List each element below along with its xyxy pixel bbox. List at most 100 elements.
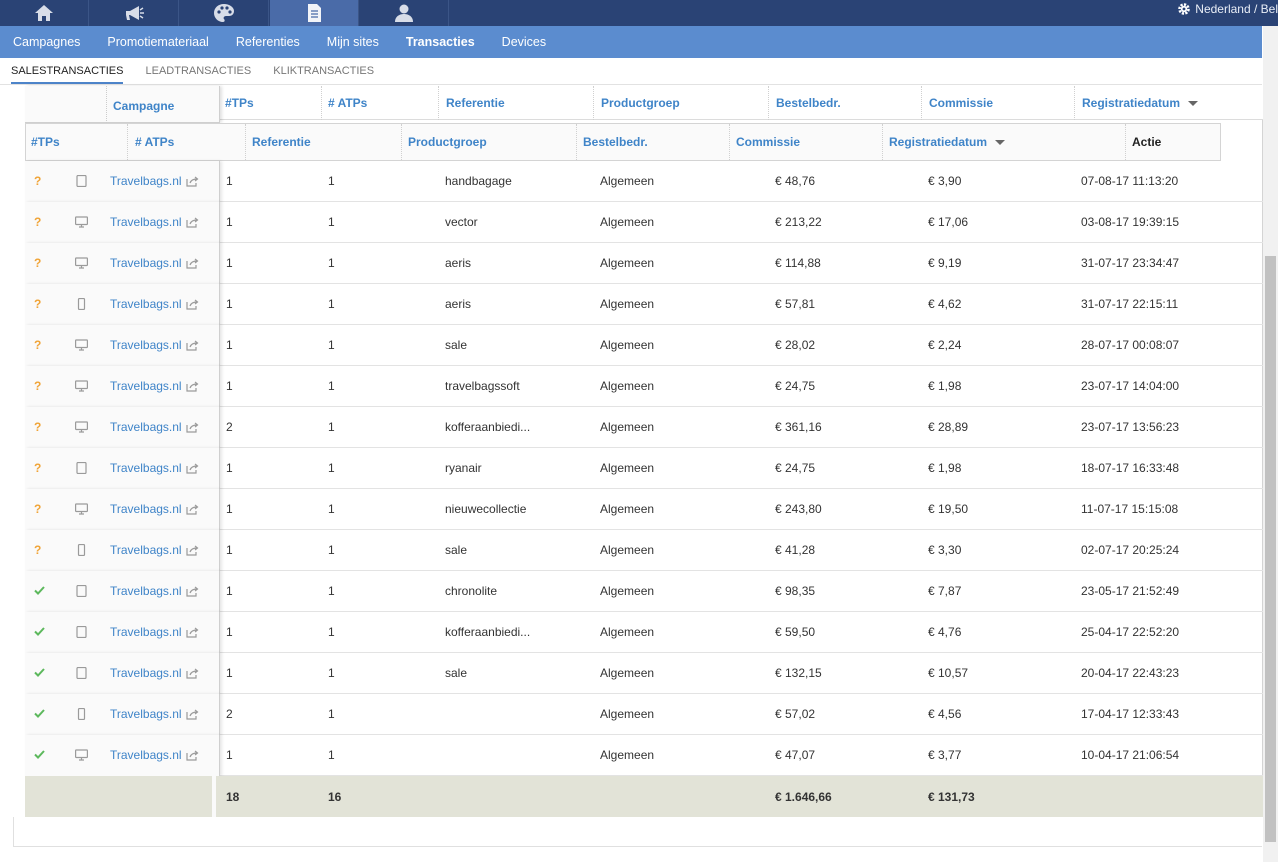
campaign-link[interactable]: Travelbags.nl [110, 653, 182, 693]
row-status: ? [34, 243, 41, 283]
desktop-device-icon [75, 489, 88, 529]
header-tps[interactable]: #TPs [221, 86, 322, 120]
external-link-icon[interactable] [186, 694, 199, 734]
campaign-link[interactable]: Travelbags.nl [110, 694, 182, 734]
header2-productgroep[interactable]: Productgroep [402, 124, 577, 160]
external-link-icon[interactable] [186, 612, 199, 652]
header-campagne[interactable]: Campagne [113, 88, 174, 124]
row-status: ? [34, 407, 41, 447]
row-atps: 1 [328, 215, 335, 229]
creative-tab[interactable] [180, 0, 269, 26]
row-registratiedatum: 18-07-17 16:33:48 [1081, 461, 1180, 475]
campaign-link[interactable]: Travelbags.nl [110, 407, 182, 447]
totals-fixed-cell [25, 776, 216, 817]
header-fixed-columns: Campagne [25, 86, 220, 123]
desktop-device-icon [75, 366, 88, 406]
row-fixed-cell: ? Travelbags.nl [25, 202, 220, 243]
transactions-tab[interactable] [270, 0, 359, 26]
row-registratiedatum: 23-05-17 21:52:49 [1081, 584, 1180, 598]
campaign-link[interactable]: Travelbags.nl [110, 735, 182, 775]
row-fixed-cell: ? Travelbags.nl [25, 530, 220, 571]
external-link-icon[interactable] [186, 284, 199, 324]
header2-commissie[interactable]: Commissie [730, 124, 883, 160]
row-tps: 1 [226, 584, 233, 598]
campaign-link[interactable]: Travelbags.nl [110, 571, 182, 611]
row-tps: 1 [226, 174, 233, 188]
external-link-icon[interactable] [186, 530, 199, 570]
pending-status-icon: ? [34, 174, 42, 188]
row-referentie: kofferaanbiedi... [445, 625, 531, 639]
campaign-link[interactable]: Travelbags.nl [110, 530, 182, 570]
row-bestelbedr: € 114,88 [775, 256, 821, 270]
country-label: Nederland / Bel [1195, 2, 1278, 16]
campaign-link[interactable]: Travelbags.nl [110, 489, 182, 529]
desktop-device-icon [75, 202, 88, 242]
row-atps: 1 [328, 625, 335, 639]
row-bestelbedr: € 98,35 [775, 584, 816, 598]
header2-bestelbedr[interactable]: Bestelbedr. [577, 124, 730, 160]
header-registratiedatum[interactable]: Registratiedatum [1075, 86, 1263, 120]
external-link-icon[interactable] [186, 489, 199, 529]
header-referentie[interactable]: Referentie [439, 86, 594, 120]
campaign-link[interactable]: Travelbags.nl [110, 612, 182, 652]
external-link-icon[interactable] [186, 735, 199, 775]
header2-registratiedatum[interactable]: Registratiedatum [883, 124, 1126, 160]
promotion-tab[interactable] [90, 0, 179, 26]
account-tab[interactable] [360, 0, 449, 26]
home-tab[interactable] [0, 0, 89, 26]
row-registratiedatum: 11-07-17 15:15:08 [1081, 502, 1179, 516]
row-productgroep: Algemeen [600, 215, 655, 229]
campaign-link[interactable]: Travelbags.nl [110, 202, 182, 242]
row-commissie: € 2,24 [928, 338, 962, 352]
header2-atps[interactable]: # ATPs [128, 124, 246, 160]
tab-leadtransacties[interactable]: LEADTRANSACTIES [145, 65, 251, 84]
external-link-icon[interactable] [186, 571, 199, 611]
nav-devices[interactable]: Devices [502, 35, 546, 49]
nav-mijn-sites[interactable]: Mijn sites [327, 35, 379, 49]
campaign-link[interactable]: Travelbags.nl [110, 161, 182, 201]
header-atps[interactable]: # ATPs [322, 86, 439, 120]
tablet-device-icon [75, 653, 88, 693]
row-status: ? [34, 161, 41, 201]
header-bestelbedr[interactable]: Bestelbedr. [769, 86, 922, 120]
tab-salestransacties[interactable]: SALESTRANSACTIES [11, 65, 124, 84]
row-registratiedatum: 10-04-17 21:06:54 [1081, 748, 1180, 762]
header2-referentie[interactable]: Referentie [246, 124, 402, 160]
row-bestelbedr: € 47,07 [775, 748, 816, 762]
row-productgroep: Algemeen [600, 748, 655, 762]
table-row: ? Travelbags.nl 1 1 nieuwecollectie Alge… [25, 489, 1263, 530]
nav-campagnes[interactable]: Campagnes [13, 35, 80, 49]
nav-transacties[interactable]: Transacties [406, 35, 475, 49]
row-commissie: € 17,06 [928, 215, 969, 229]
header-commissie[interactable]: Commissie [922, 86, 1075, 120]
row-atps: 1 [328, 297, 335, 311]
country-selector[interactable]: Nederland / Bel [1177, 0, 1278, 18]
campaign-link[interactable]: Travelbags.nl [110, 243, 182, 283]
row-bestelbedr: € 28,02 [775, 338, 816, 352]
external-link-icon[interactable] [186, 653, 199, 693]
external-link-icon[interactable] [186, 366, 199, 406]
nav-promotiemateriaal[interactable]: Promotiemateriaal [107, 35, 208, 49]
campaign-link[interactable]: Travelbags.nl [110, 366, 182, 406]
header2-tps[interactable]: #TPs [26, 124, 128, 160]
campaign-link[interactable]: Travelbags.nl [110, 325, 182, 365]
row-registratiedatum: 23-07-17 14:04:00 [1081, 379, 1180, 393]
scrollbar-thumb[interactable] [1265, 256, 1276, 842]
tab-kliktransacties[interactable]: KLIKTRANSACTIES [273, 65, 374, 84]
campaign-link[interactable]: Travelbags.nl [110, 448, 182, 488]
tablet-device-icon [75, 448, 88, 488]
desktop-device-icon [75, 735, 88, 775]
external-link-icon[interactable] [186, 448, 199, 488]
campaign-link[interactable]: Travelbags.nl [110, 284, 182, 324]
nav-referenties[interactable]: Referenties [236, 35, 300, 49]
external-link-icon[interactable] [186, 161, 199, 201]
header-productgroep[interactable]: Productgroep [594, 86, 769, 120]
row-atps: 1 [328, 666, 335, 680]
external-link-icon[interactable] [186, 202, 199, 242]
external-link-icon[interactable] [186, 407, 199, 447]
row-registratiedatum: 31-07-17 23:34:47 [1081, 256, 1180, 270]
row-commissie: € 4,62 [928, 297, 962, 311]
row-status: ? [34, 366, 41, 406]
external-link-icon[interactable] [186, 243, 199, 283]
external-link-icon[interactable] [186, 325, 199, 365]
